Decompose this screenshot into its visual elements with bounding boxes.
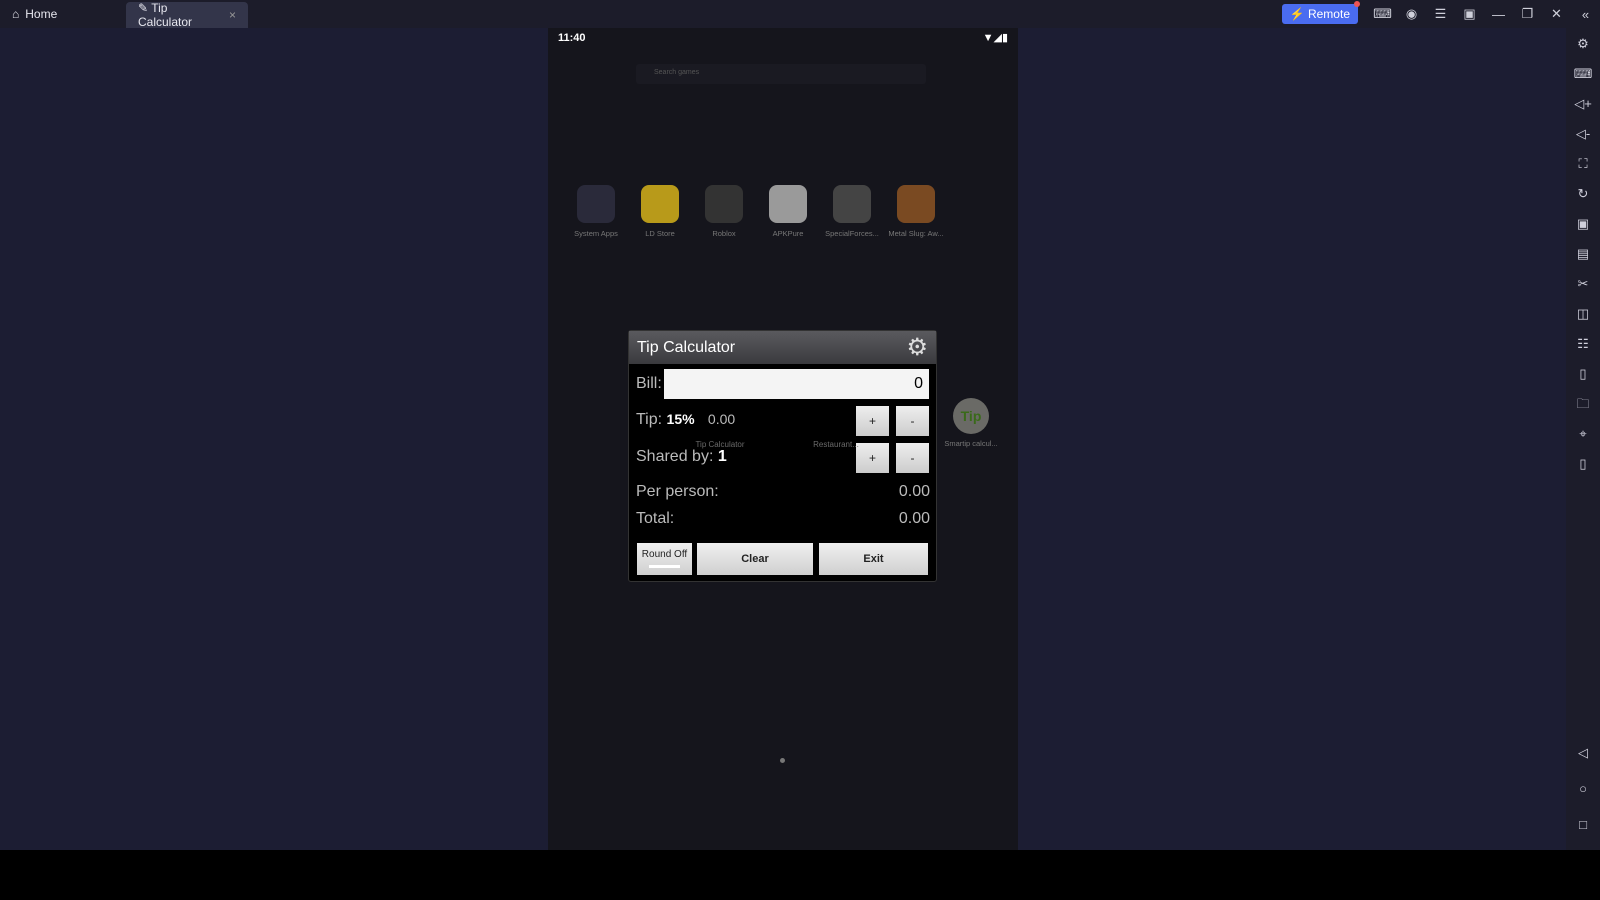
app-system-apps[interactable]: System Apps (564, 185, 628, 238)
shared-plus-button[interactable]: + (856, 443, 889, 473)
app-apkpure[interactable]: APKPure (756, 185, 820, 238)
screen-icon[interactable]: ▣ (1455, 6, 1484, 22)
total-value: 0.00 (898, 510, 930, 527)
clock: 11:40 (558, 32, 586, 44)
notes-icon[interactable]: ☷ (1566, 329, 1600, 359)
screenshot-icon[interactable]: ▣ (1566, 209, 1600, 239)
back-icon[interactable]: ◁ (1566, 738, 1600, 768)
apk-install-icon[interactable]: ▤ (1566, 239, 1600, 269)
tab-tip-calculator[interactable]: ✎ Tip Calculator × (126, 1, 248, 29)
shake-icon[interactable]: ▯ (1566, 449, 1600, 479)
menu-icon[interactable]: ☰ (1426, 6, 1455, 22)
folder-icon[interactable]: 🗀 (1566, 389, 1600, 419)
total-label: Total: (636, 510, 675, 527)
tab-home[interactable]: ⌂ Home (0, 1, 126, 27)
round-off-toggle[interactable]: Round Off (637, 543, 692, 575)
collapse-icon[interactable]: « (1571, 7, 1600, 22)
remote-button[interactable]: ⚡ Remote (1281, 1, 1361, 24)
tip-row: Tip: 15% 0.00 (636, 411, 736, 428)
multi-instance-icon[interactable]: ◫ (1566, 299, 1600, 329)
account-icon[interactable]: ◉ (1397, 6, 1426, 22)
settings-icon[interactable]: ⚙ (1566, 29, 1600, 59)
home-icon: ⌂ (12, 7, 20, 21)
search-games-bar[interactable]: Search games (636, 64, 926, 84)
app-icon: ✎ (138, 1, 149, 15)
app-metal-slug[interactable]: Metal Slug: Aw... (884, 185, 948, 238)
minimize-icon[interactable]: — (1484, 7, 1513, 22)
bill-label: Bill: (636, 375, 662, 392)
shared-row: Shared by: 1 (636, 448, 727, 465)
close-tab-icon[interactable]: × (229, 8, 236, 22)
per-person-label: Per person: (636, 483, 719, 500)
app-smartip[interactable]: Tip Smartip calcul... (936, 398, 1006, 448)
title-bar: ⌂ Home ✎ Tip Calculator × ⚡ Remote ⌨ ◉ ☰ ▣… (0, 0, 1600, 29)
tip-plus-button[interactable]: + (856, 406, 889, 436)
rotate-icon[interactable]: ↻ (1566, 179, 1600, 209)
bill-input[interactable] (664, 369, 929, 399)
clear-button[interactable]: Clear (697, 543, 813, 575)
close-icon[interactable]: ✕ (1542, 6, 1571, 22)
restore-icon[interactable]: ❐ (1513, 6, 1542, 22)
gamepad-icon[interactable]: ⌨ (1368, 6, 1397, 22)
page-indicator (780, 758, 785, 763)
shared-minus-button[interactable]: - (896, 443, 929, 473)
app-specialforces[interactable]: SpecialForces... (820, 185, 884, 238)
home-nav-icon[interactable]: ○ (1566, 774, 1600, 804)
status-icons: ▼◢▮ (982, 32, 1008, 44)
volume-down-icon[interactable]: ◁- (1566, 119, 1600, 149)
exit-button[interactable]: Exit (819, 543, 928, 575)
scissors-icon[interactable]: ✂ (1566, 269, 1600, 299)
per-person-value: 0.00 (898, 483, 930, 500)
tip-calculator-dialog: Tip Calculator⚙ Bill: Tip: 15% 0.00 + - … (628, 330, 937, 582)
dialog-title: Tip Calculator (637, 338, 736, 356)
settings-gear-icon[interactable]: ⚙ (906, 333, 928, 362)
volume-up-icon[interactable]: ◁+ (1566, 89, 1600, 119)
emulator-sidebar: ⚙ ⌨ ◁+ ◁- ⛶ ↻ ▣ ▤ ✂ ◫ ☷ ▯ 🗀 ⌖ ▯ ◁ ○ □ (1566, 28, 1600, 850)
fullscreen-icon[interactable]: ⛶ (1566, 149, 1600, 179)
sync-icon[interactable]: ▯ (1566, 359, 1600, 389)
app-roblox[interactable]: Roblox (692, 185, 756, 238)
keyboard-icon[interactable]: ⌨ (1566, 59, 1600, 89)
tip-app-icon: Tip (953, 398, 989, 434)
tip-minus-button[interactable]: - (896, 406, 929, 436)
location-icon[interactable]: ⌖ (1566, 419, 1600, 449)
app-ld-store[interactable]: LD Store (628, 185, 692, 238)
recents-icon[interactable]: □ (1566, 810, 1600, 840)
